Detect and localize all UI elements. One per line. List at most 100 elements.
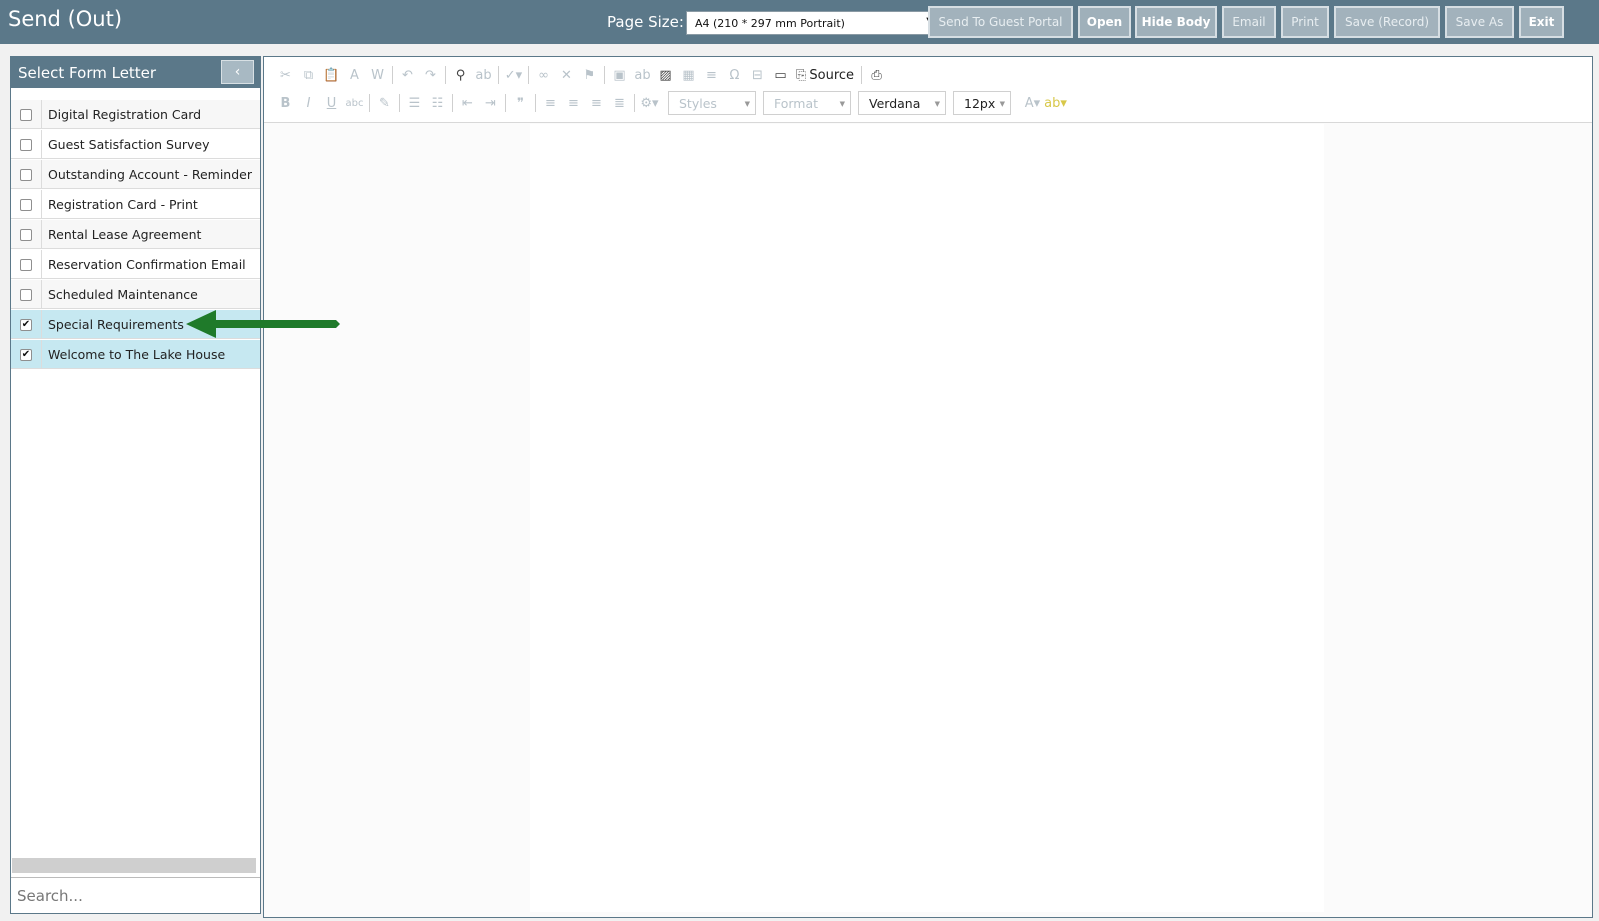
maximize-icon[interactable]: ▭: [769, 64, 792, 86]
horizontal-rule-icon[interactable]: ≡: [700, 64, 723, 86]
list-item[interactable]: Reservation Confirmation Email: [11, 249, 260, 279]
checkbox-checked[interactable]: ✔: [20, 319, 32, 331]
align-left-icon[interactable]: ≡: [539, 92, 562, 114]
page-size-label: Page Size:: [607, 13, 684, 31]
font-size-value: 12px: [964, 96, 996, 111]
list-item[interactable]: Registration Card - Print: [11, 189, 260, 219]
checkbox[interactable]: [20, 199, 32, 211]
dropdown-caret-icon: ▼: [999, 100, 1005, 108]
font-dropdown[interactable]: Verdana ▼: [858, 91, 946, 115]
list-item[interactable]: Rental Lease Agreement: [11, 219, 260, 249]
horizontal-scrollbar[interactable]: [12, 858, 256, 873]
form-letter-panel-title: Select Form Letter: [18, 64, 157, 82]
image-button-icon[interactable]: ▨: [654, 64, 677, 86]
dropdown-caret-icon: ▼: [934, 100, 940, 108]
special-char-icon[interactable]: Ω: [723, 64, 746, 86]
send-to-guest-portal-button[interactable]: Send To Guest Portal: [928, 6, 1073, 38]
toolbar-separator: [634, 94, 635, 112]
page-title: Send (Out): [8, 7, 123, 31]
page-break-icon[interactable]: ⊟: [746, 64, 769, 86]
open-button[interactable]: Open: [1078, 6, 1131, 38]
background-color-icon[interactable]: ab▾: [1044, 92, 1067, 114]
spellcheck-icon[interactable]: ✓▾: [502, 64, 525, 86]
page-size-select[interactable]: A4 (210 * 297 mm Portrait) ▼: [686, 11, 941, 35]
find-icon[interactable]: ⚲: [449, 64, 472, 86]
list-item-label: Outstanding Account - Reminder: [48, 167, 252, 182]
copy-icon[interactable]: ⧉: [297, 64, 320, 86]
dropdown-caret-icon: ▼: [839, 100, 845, 108]
list-item[interactable]: Guest Satisfaction Survey: [11, 129, 260, 159]
undo-icon[interactable]: ↶: [396, 64, 419, 86]
checkbox[interactable]: [20, 169, 32, 181]
strikethrough-icon[interactable]: abc: [343, 92, 366, 114]
cut-icon[interactable]: ✂: [274, 64, 297, 86]
table-icon[interactable]: ▦: [677, 64, 700, 86]
checkbox[interactable]: [20, 109, 32, 121]
printer-icon[interactable]: ⎙: [865, 64, 888, 86]
paste-word-icon[interactable]: W: [366, 64, 389, 86]
unlink-icon[interactable]: ✕: [555, 64, 578, 86]
checkbox[interactable]: [20, 289, 32, 301]
list-item[interactable]: Outstanding Account - Reminder: [11, 159, 260, 189]
styles-dropdown[interactable]: Styles ▼: [668, 91, 756, 115]
toolbar-separator: [392, 66, 393, 84]
search-input[interactable]: [11, 877, 260, 913]
align-center-icon[interactable]: ≡: [562, 92, 585, 114]
chevron-left-icon: ‹: [234, 64, 241, 80]
checkbox[interactable]: [20, 259, 32, 271]
special-format-icon[interactable]: ab: [631, 64, 654, 86]
toolbar-separator: [399, 94, 400, 112]
font-size-dropdown[interactable]: 12px ▼: [953, 91, 1011, 115]
list-item-label: Rental Lease Agreement: [48, 227, 202, 242]
source-icon: ⎘: [796, 67, 807, 83]
exit-button[interactable]: Exit: [1519, 6, 1564, 38]
list-item-label: Scheduled Maintenance: [48, 287, 198, 302]
image-icon[interactable]: ▣: [608, 64, 631, 86]
indent-icon[interactable]: ⇥: [479, 92, 502, 114]
styles-label: Styles: [679, 96, 717, 111]
replace-icon[interactable]: ab: [472, 64, 495, 86]
language-icon[interactable]: ⚙▾: [638, 92, 661, 114]
italic-icon[interactable]: I: [297, 92, 320, 114]
text-color-icon[interactable]: A▾: [1021, 92, 1044, 114]
redo-icon[interactable]: ↷: [419, 64, 442, 86]
link-icon[interactable]: ∞: [532, 64, 555, 86]
editor-page[interactable]: [530, 124, 1324, 912]
print-button[interactable]: Print: [1281, 6, 1329, 38]
list-item[interactable]: ✔ Welcome to The Lake House: [11, 339, 260, 369]
toolbar-separator: [369, 94, 370, 112]
numbered-list-icon[interactable]: ☰: [403, 92, 426, 114]
paste-icon[interactable]: 📋: [320, 64, 343, 86]
blockquote-icon[interactable]: ❞: [509, 92, 532, 114]
list-item-label: Registration Card - Print: [48, 197, 198, 212]
save-as-button[interactable]: Save As: [1445, 6, 1514, 38]
editor-area: ✂ ⧉ 📋 A W ↶ ↷ ⚲ ab ✓▾ ∞ ✕ ⚑ ▣ ab ▨ ▦ ≡ Ω…: [263, 56, 1593, 918]
email-button[interactable]: Email: [1222, 6, 1276, 38]
underline-icon[interactable]: U: [320, 92, 343, 114]
dropdown-caret-icon: ▼: [744, 100, 750, 108]
checkbox[interactable]: [20, 139, 32, 151]
list-item[interactable]: Digital Registration Card: [11, 99, 260, 129]
save-record-button[interactable]: Save (Record): [1334, 6, 1440, 38]
bold-icon[interactable]: B: [274, 92, 297, 114]
source-label: Source: [809, 67, 855, 83]
justify-icon[interactable]: ≣: [608, 92, 631, 114]
format-dropdown[interactable]: Format ▼: [763, 91, 851, 115]
checkbox-checked[interactable]: ✔: [20, 349, 32, 361]
outdent-icon[interactable]: ⇤: [456, 92, 479, 114]
checkbox[interactable]: [20, 229, 32, 241]
toolbar-separator: [861, 66, 863, 84]
form-letter-panel: Select Form Letter ‹ Digital Registratio…: [10, 56, 261, 914]
anchor-icon[interactable]: ⚑: [578, 64, 601, 86]
remove-format-icon[interactable]: ✎: [373, 92, 396, 114]
list-item-label: Reservation Confirmation Email: [48, 257, 246, 272]
toolbar-separator: [452, 94, 453, 112]
list-item[interactable]: Scheduled Maintenance: [11, 279, 260, 309]
paste-text-icon[interactable]: A: [343, 64, 366, 86]
collapse-panel-button[interactable]: ‹: [221, 60, 254, 84]
align-right-icon[interactable]: ≡: [585, 92, 608, 114]
bulleted-list-icon[interactable]: ☷: [426, 92, 449, 114]
source-button[interactable]: ⎘ Source: [792, 68, 858, 83]
hide-body-button[interactable]: Hide Body: [1135, 6, 1217, 38]
page-size-value: A4 (210 * 297 mm Portrait): [695, 17, 845, 30]
